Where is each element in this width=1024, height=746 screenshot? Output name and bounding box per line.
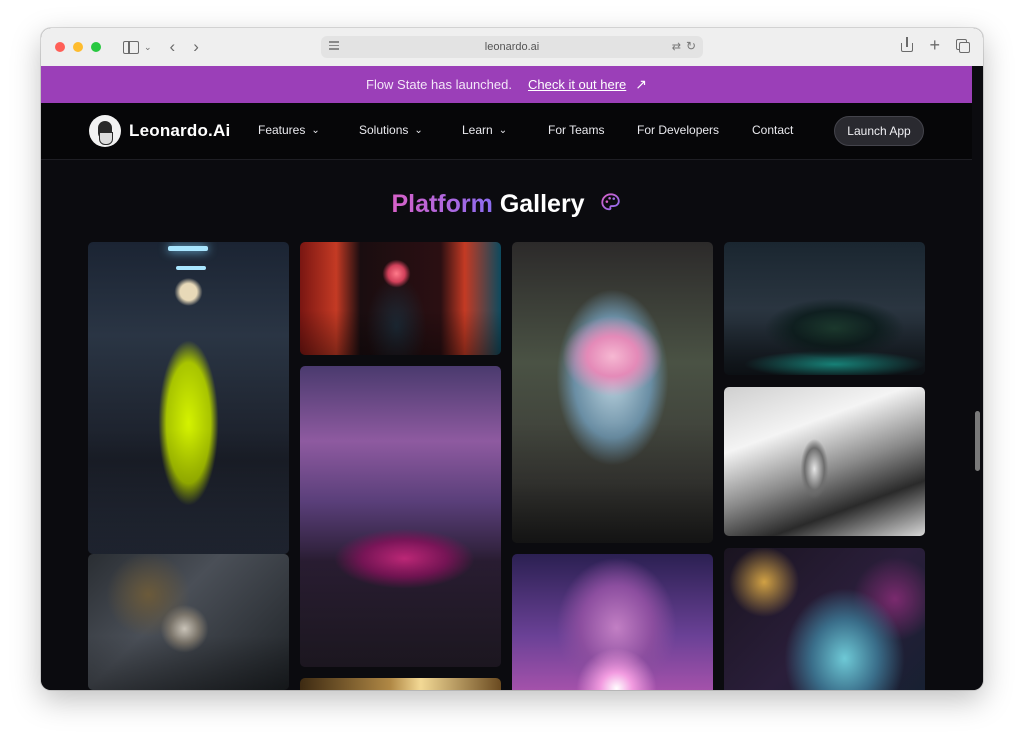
nav-item-solutions[interactable]: Solutions ⌄ bbox=[359, 123, 423, 137]
sidebar-toggle-button[interactable]: ⌄ bbox=[123, 40, 152, 54]
gallery-image-marbled-face[interactable] bbox=[724, 548, 925, 690]
gallery-heading: Platform Gallery bbox=[41, 190, 972, 219]
gallery-image-crystal-lotus[interactable] bbox=[512, 242, 713, 543]
site-header: Leonardo.Ai Features ⌄ Solutions ⌄ Learn ⌄ … bbox=[41, 103, 972, 160]
forward-button[interactable]: › bbox=[193, 37, 199, 57]
gallery-title-part1: Platform bbox=[391, 190, 493, 218]
sidebar-icon bbox=[123, 40, 139, 54]
gallery-image-mechanical-skull[interactable] bbox=[88, 554, 289, 690]
announcement-banner: Flow State has launched. Check it out he… bbox=[41, 66, 972, 103]
brand-name: Leonardo.Ai bbox=[129, 121, 231, 140]
gallery-title-part2: Gallery bbox=[499, 190, 585, 218]
nav-item-label: Contact bbox=[752, 123, 794, 137]
new-tab-icon[interactable]: + bbox=[929, 36, 940, 54]
chevron-down-icon: ⌄ bbox=[144, 41, 152, 52]
zoom-window-button[interactable] bbox=[91, 42, 101, 52]
tab-overview-icon[interactable] bbox=[956, 38, 970, 53]
page-scrollbar[interactable] bbox=[972, 66, 983, 690]
nav-item-label: Learn bbox=[462, 123, 493, 137]
back-button[interactable]: ‹ bbox=[170, 37, 176, 57]
web-page: Flow State has launched. Check it out he… bbox=[41, 66, 972, 690]
translate-icon[interactable]: ⇄ bbox=[672, 40, 681, 53]
nav-item-label: For Teams bbox=[548, 123, 605, 137]
chevron-down-icon: ⌄ bbox=[414, 125, 423, 136]
scrollbar-thumb[interactable] bbox=[975, 411, 980, 471]
nav-item-label: Features bbox=[258, 123, 306, 137]
reload-icon[interactable]: ↻ bbox=[686, 39, 696, 53]
gallery-image-monochrome-warrior[interactable] bbox=[724, 387, 925, 536]
reader-icon[interactable] bbox=[329, 41, 339, 52]
nav-item-label: For Developers bbox=[637, 123, 720, 137]
nav-item-for-teams[interactable]: For Teams bbox=[548, 123, 604, 137]
nav-item-learn[interactable]: Learn ⌄ bbox=[462, 123, 507, 137]
share-icon[interactable] bbox=[901, 36, 914, 52]
nav-item-contact[interactable]: Contact bbox=[752, 123, 793, 137]
gallery-image-golden-partial[interactable] bbox=[300, 678, 501, 690]
palette-icon bbox=[600, 193, 620, 211]
url-text: leonardo.ai bbox=[484, 41, 540, 53]
launch-app-button[interactable]: Launch App bbox=[834, 116, 924, 146]
window-controls bbox=[55, 42, 101, 52]
arrow-up-right-icon[interactable]: ↗ bbox=[635, 76, 647, 93]
gallery-image-neon-motorcycle[interactable] bbox=[724, 242, 925, 375]
gallery-image-pink-crystal[interactable] bbox=[512, 554, 713, 690]
browser-toolbar: ⌄ ‹ › leonardo.ai ⇄ ↻ + bbox=[41, 28, 983, 67]
close-window-button[interactable] bbox=[55, 42, 65, 52]
chevron-down-icon: ⌄ bbox=[311, 125, 320, 136]
gallery-image-anime-girl[interactable] bbox=[88, 242, 289, 554]
nav-item-for-developers[interactable]: For Developers bbox=[637, 123, 719, 137]
nav-item-features[interactable]: Features ⌄ bbox=[258, 123, 320, 137]
toolbar-right-actions: + bbox=[901, 36, 970, 54]
leonardo-logo-icon bbox=[89, 115, 121, 147]
banner-link[interactable]: Check it out here bbox=[528, 77, 626, 92]
gallery-image-neon-woman[interactable] bbox=[300, 242, 501, 355]
chevron-down-icon: ⌄ bbox=[498, 125, 508, 136]
minimize-window-button[interactable] bbox=[73, 42, 83, 52]
browser-window: ⌄ ‹ › leonardo.ai ⇄ ↻ + Flow State has l… bbox=[41, 28, 983, 690]
gallery-image-muscle-car[interactable] bbox=[300, 366, 501, 667]
banner-text: Flow State has launched. bbox=[366, 77, 512, 92]
address-bar[interactable]: leonardo.ai ⇄ ↻ bbox=[321, 36, 703, 58]
brand-logo-link[interactable]: Leonardo.Ai bbox=[89, 115, 230, 147]
nav-item-label: Solutions bbox=[359, 123, 409, 137]
